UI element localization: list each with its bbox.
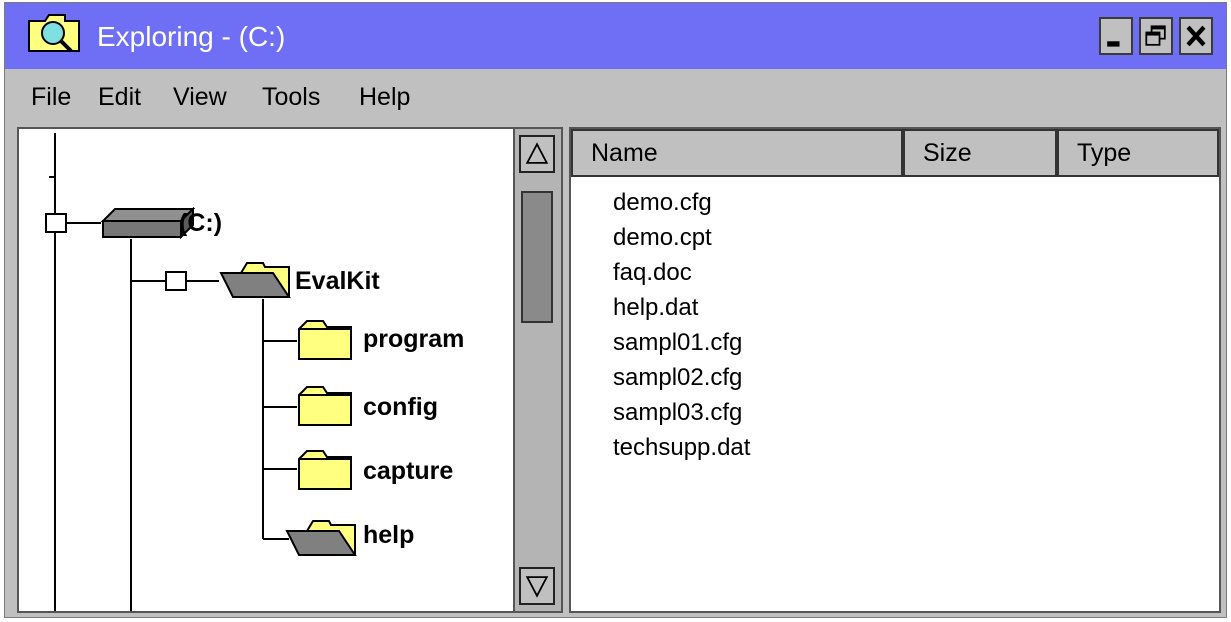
menu-help[interactable]: Help: [359, 83, 410, 112]
explorer-app-icon: [28, 14, 80, 53]
folder-tree-pane: (C:) EvalKit program config capture help: [17, 127, 563, 613]
open-folder-icon: [219, 262, 291, 298]
file-item[interactable]: sampl02.cfg: [613, 364, 742, 392]
title-bar[interactable]: Exploring - (C:): [5, 3, 1226, 69]
close-button[interactable]: [1179, 17, 1213, 55]
file-item[interactable]: sampl01.cfg: [613, 329, 742, 357]
file-item[interactable]: faq.doc: [613, 259, 692, 287]
scroll-thumb[interactable]: [521, 191, 553, 323]
tree-item-evalkit[interactable]: EvalKit: [295, 267, 380, 296]
tree-item-drive-c[interactable]: (C:): [179, 209, 222, 238]
file-item[interactable]: techsupp.dat: [613, 434, 750, 462]
scroll-up-button[interactable]: [519, 135, 555, 173]
tree-item-config[interactable]: config: [363, 393, 438, 422]
restore-button[interactable]: [1139, 17, 1173, 55]
file-item[interactable]: demo.cfg: [613, 189, 712, 217]
tree-scrollbar[interactable]: [513, 129, 561, 611]
folder-icon: [298, 450, 352, 490]
column-header-name[interactable]: Name: [571, 129, 903, 177]
expand-evalkit-toggle[interactable]: [165, 271, 187, 291]
close-icon: [1186, 25, 1206, 47]
menu-bar: File Edit View Tools Help: [5, 69, 1226, 121]
menu-edit[interactable]: Edit: [98, 83, 141, 112]
folder-icon: [298, 386, 352, 426]
menu-tools[interactable]: Tools: [262, 83, 320, 112]
menu-file[interactable]: File: [31, 83, 71, 112]
file-list-pane: Name Size Type demo.cfg demo.cpt faq.doc…: [569, 127, 1221, 613]
file-item[interactable]: demo.cpt: [613, 224, 712, 252]
expand-drive-toggle[interactable]: [45, 213, 67, 233]
menu-view[interactable]: View: [173, 83, 227, 112]
tree-item-program[interactable]: program: [363, 325, 464, 354]
minimize-button[interactable]: [1099, 17, 1133, 55]
window-title: Exploring - (C:): [97, 21, 286, 52]
scroll-down-button[interactable]: [519, 567, 555, 605]
open-folder-icon: [285, 520, 357, 556]
column-header-size[interactable]: Size: [903, 129, 1057, 177]
file-item[interactable]: sampl03.cfg: [613, 399, 742, 427]
arrow-up-icon: [525, 142, 549, 164]
file-item[interactable]: help.dat: [613, 294, 698, 322]
tree-item-capture[interactable]: capture: [363, 457, 453, 486]
minimize-icon: [1107, 41, 1120, 47]
folder-icon: [298, 320, 352, 360]
column-header-type[interactable]: Type: [1057, 129, 1219, 177]
tree-connector-lines: [49, 133, 297, 611]
explorer-window: Exploring - (C:) File Edit View Tools He…: [4, 2, 1227, 618]
restore-icon: [1145, 25, 1166, 46]
arrow-down-icon: [525, 576, 549, 598]
tree-item-help[interactable]: help: [363, 521, 414, 550]
